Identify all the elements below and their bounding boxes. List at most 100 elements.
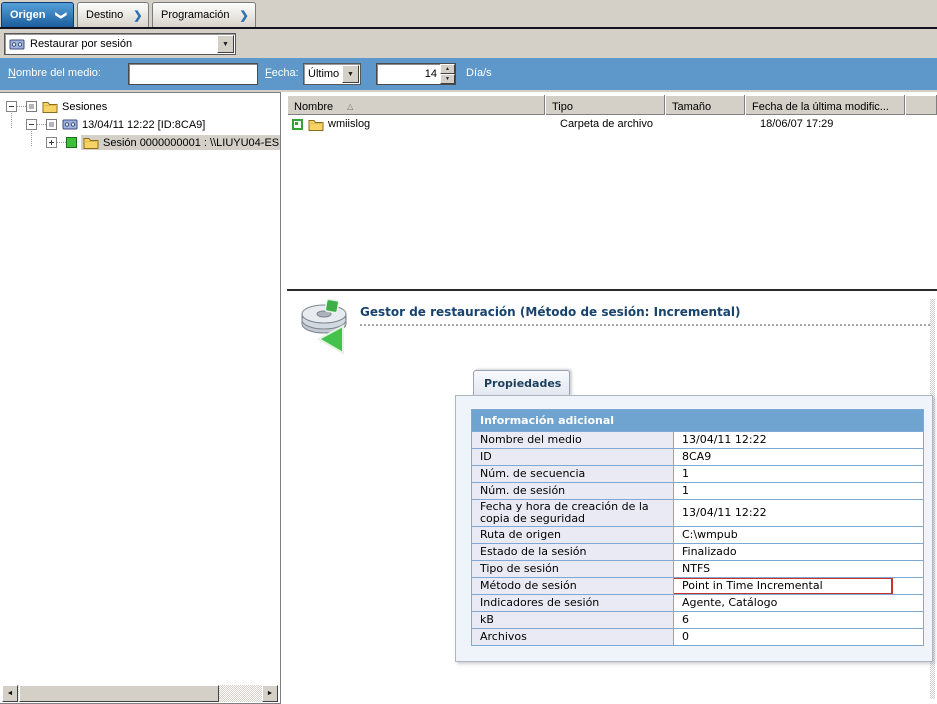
days-unit-label: Día/s xyxy=(466,67,492,79)
property-value: 0 xyxy=(674,629,923,645)
tree-item-sesiones[interactable]: Sesiones xyxy=(6,98,107,115)
spin-up-icon[interactable]: ▲ xyxy=(440,64,455,74)
property-label: Núm. de secuencia xyxy=(472,466,674,482)
property-value: 1 xyxy=(674,483,923,499)
tab-bar: Origen ❯ Destino ❯ Programación ❯ xyxy=(0,0,937,27)
checkbox-partial[interactable] xyxy=(46,119,57,130)
tab-programacion[interactable]: Programación ❯ xyxy=(152,2,256,27)
dropdown-arrow-icon[interactable]: ▼ xyxy=(217,35,234,53)
column-header-tamano[interactable]: Tamaño xyxy=(665,95,745,115)
property-label: Tipo de sesión xyxy=(472,561,674,577)
chevron-right-icon: ❯ xyxy=(239,9,249,22)
tree-item-label: Sesión 0000000001 : \\LIUYU04-ESN xyxy=(103,136,281,149)
property-value: 13/04/11 12:22 xyxy=(674,432,923,448)
property-row: Núm. de secuencia 1 xyxy=(472,465,923,482)
title-divider xyxy=(360,324,930,326)
spin-down-icon[interactable]: ▼ xyxy=(440,74,455,84)
tape-cartridge-icon xyxy=(62,118,78,131)
table-header: Información adicional xyxy=(472,410,923,431)
tree-item-media[interactable]: 13/04/11 12:22 [ID:8CA9] xyxy=(26,116,205,133)
property-row: Estado de la sesión Finalizado xyxy=(472,543,923,560)
file-modified: 18/06/07 17:29 xyxy=(760,118,834,130)
property-label: Nombre del medio xyxy=(472,432,674,448)
date-label: Fecha: xyxy=(265,67,299,79)
scroll-left-icon[interactable]: ◄ xyxy=(2,685,18,702)
column-header-tipo[interactable]: Tipo xyxy=(545,95,665,115)
tab-origen[interactable]: Origen ❯ xyxy=(1,2,74,27)
properties-card: Información adicional Nombre del medio 13… xyxy=(455,395,933,662)
sort-ascending-icon: △ xyxy=(347,101,354,111)
tab-destino[interactable]: Destino ❯ xyxy=(77,2,149,27)
tab-programacion-label: Programación xyxy=(161,9,230,21)
property-value: Agente, Catálogo xyxy=(674,595,923,611)
selected-row-highlight: Sesión 0000000001 : \\LIUYU04-ESN xyxy=(81,135,281,150)
property-row: Archivos 0 xyxy=(472,628,923,645)
property-value: 1 xyxy=(674,466,923,482)
tab-propiedades[interactable]: Propiedades xyxy=(473,370,570,396)
property-row: kB 6 xyxy=(472,611,923,628)
property-row: Núm. de sesión 1 xyxy=(472,482,923,499)
column-header-stub xyxy=(905,95,937,115)
file-list-header: Nombre △ Tipo Tamaño Fecha de la última … xyxy=(287,95,937,115)
restore-manager-icon xyxy=(296,296,354,359)
folder-icon xyxy=(42,100,58,113)
tape-drive-icon xyxy=(9,38,25,51)
property-label: Indicadores de sesión xyxy=(472,595,674,611)
file-name: wmiislog xyxy=(328,118,371,130)
scrollbar-thumb[interactable] xyxy=(19,685,219,702)
property-row: Fecha y hora de creación de la copia de … xyxy=(472,499,923,526)
checkbox-checked[interactable] xyxy=(66,137,77,148)
horizontal-scrollbar[interactable]: ◄ ► xyxy=(2,685,278,702)
restore-type-value: Restaurar por sesión xyxy=(30,38,133,50)
additional-info-table: Información adicional Nombre del medio 13… xyxy=(471,409,924,646)
property-label: kB xyxy=(472,612,674,628)
property-value: Finalizado xyxy=(674,544,923,560)
table-rows: Nombre del medio 13/04/11 12:22 ID 8CA9 Núm.… xyxy=(472,431,923,645)
file-list: Nombre △ Tipo Tamaño Fecha de la última … xyxy=(287,92,937,291)
media-name-label: Nombre del medio: xyxy=(8,67,101,79)
file-row-wmiislog[interactable]: wmiislog Carpeta de archivo 18/06/07 17:… xyxy=(287,115,937,133)
checkbox-partial[interactable] xyxy=(26,101,37,112)
property-value: Point in Time Incremental xyxy=(674,578,923,594)
chevron-down-icon: ❯ xyxy=(55,10,68,20)
tree-item-session[interactable]: Sesión 0000000001 : \\LIUYU04-ESN xyxy=(46,134,281,151)
scroll-right-icon[interactable]: ► xyxy=(262,685,278,702)
property-label: Ruta de origen xyxy=(472,527,674,543)
file-type: Carpeta de archivo xyxy=(560,118,653,130)
date-range-select[interactable]: Último ▼ xyxy=(303,63,361,85)
tree-item-label: 13/04/11 12:22 [ID:8CA9] xyxy=(82,118,206,131)
property-value: 13/04/11 12:22 xyxy=(674,500,923,526)
property-value: 6 xyxy=(674,612,923,628)
tab-origen-label: Origen xyxy=(10,9,46,21)
session-tree-panel: Sesiones 13/04/11 12:22 [ID:8CA9] Sesión… xyxy=(0,92,281,704)
chevron-right-icon: ❯ xyxy=(133,9,143,22)
tree-item-label: Sesiones xyxy=(62,100,108,113)
checkbox-checked[interactable] xyxy=(292,118,303,130)
collapse-icon[interactable] xyxy=(26,119,37,130)
days-spinner[interactable]: ▲ ▼ xyxy=(440,64,455,84)
column-header-fecha[interactable]: Fecha de la última modific... xyxy=(745,95,905,115)
property-label: Archivos xyxy=(472,629,674,645)
property-row: Ruta de origen C:\wmpub xyxy=(472,526,923,543)
restore-type-select[interactable]: Restaurar por sesión ▼ xyxy=(4,33,236,55)
property-row: ID 8CA9 xyxy=(472,448,923,465)
detail-title: Gestor de restauración (Método de sesión… xyxy=(360,305,741,319)
folder-icon xyxy=(308,118,324,131)
expand-icon[interactable] xyxy=(46,137,57,148)
property-value: 8CA9 xyxy=(674,449,923,465)
collapse-icon[interactable] xyxy=(6,101,17,112)
property-label: Núm. de sesión xyxy=(472,483,674,499)
restore-type-row: Restaurar por sesión ▼ xyxy=(0,29,937,58)
property-row: Método de sesión Point in Time Incrementa… xyxy=(472,577,923,594)
property-label: ID xyxy=(472,449,674,465)
property-label: Método de sesión xyxy=(472,578,674,594)
property-value: C:\wmpub xyxy=(674,527,923,543)
date-range-value: Último xyxy=(308,68,340,80)
restore-manager-window: Origen ❯ Destino ❯ Programación ❯ Restau… xyxy=(0,0,937,704)
property-label: Fecha y hora de creación de la copia de … xyxy=(472,500,674,526)
property-row: Indicadores de sesión Agente, Catálogo xyxy=(472,594,923,611)
media-name-input[interactable] xyxy=(128,63,258,85)
filter-toolbar: Nombre del medio: Fecha: Último ▼ ▲ ▼ Dí… xyxy=(0,58,937,144)
dropdown-arrow-icon[interactable]: ▼ xyxy=(342,65,359,83)
column-header-nombre[interactable]: Nombre △ xyxy=(287,95,545,115)
